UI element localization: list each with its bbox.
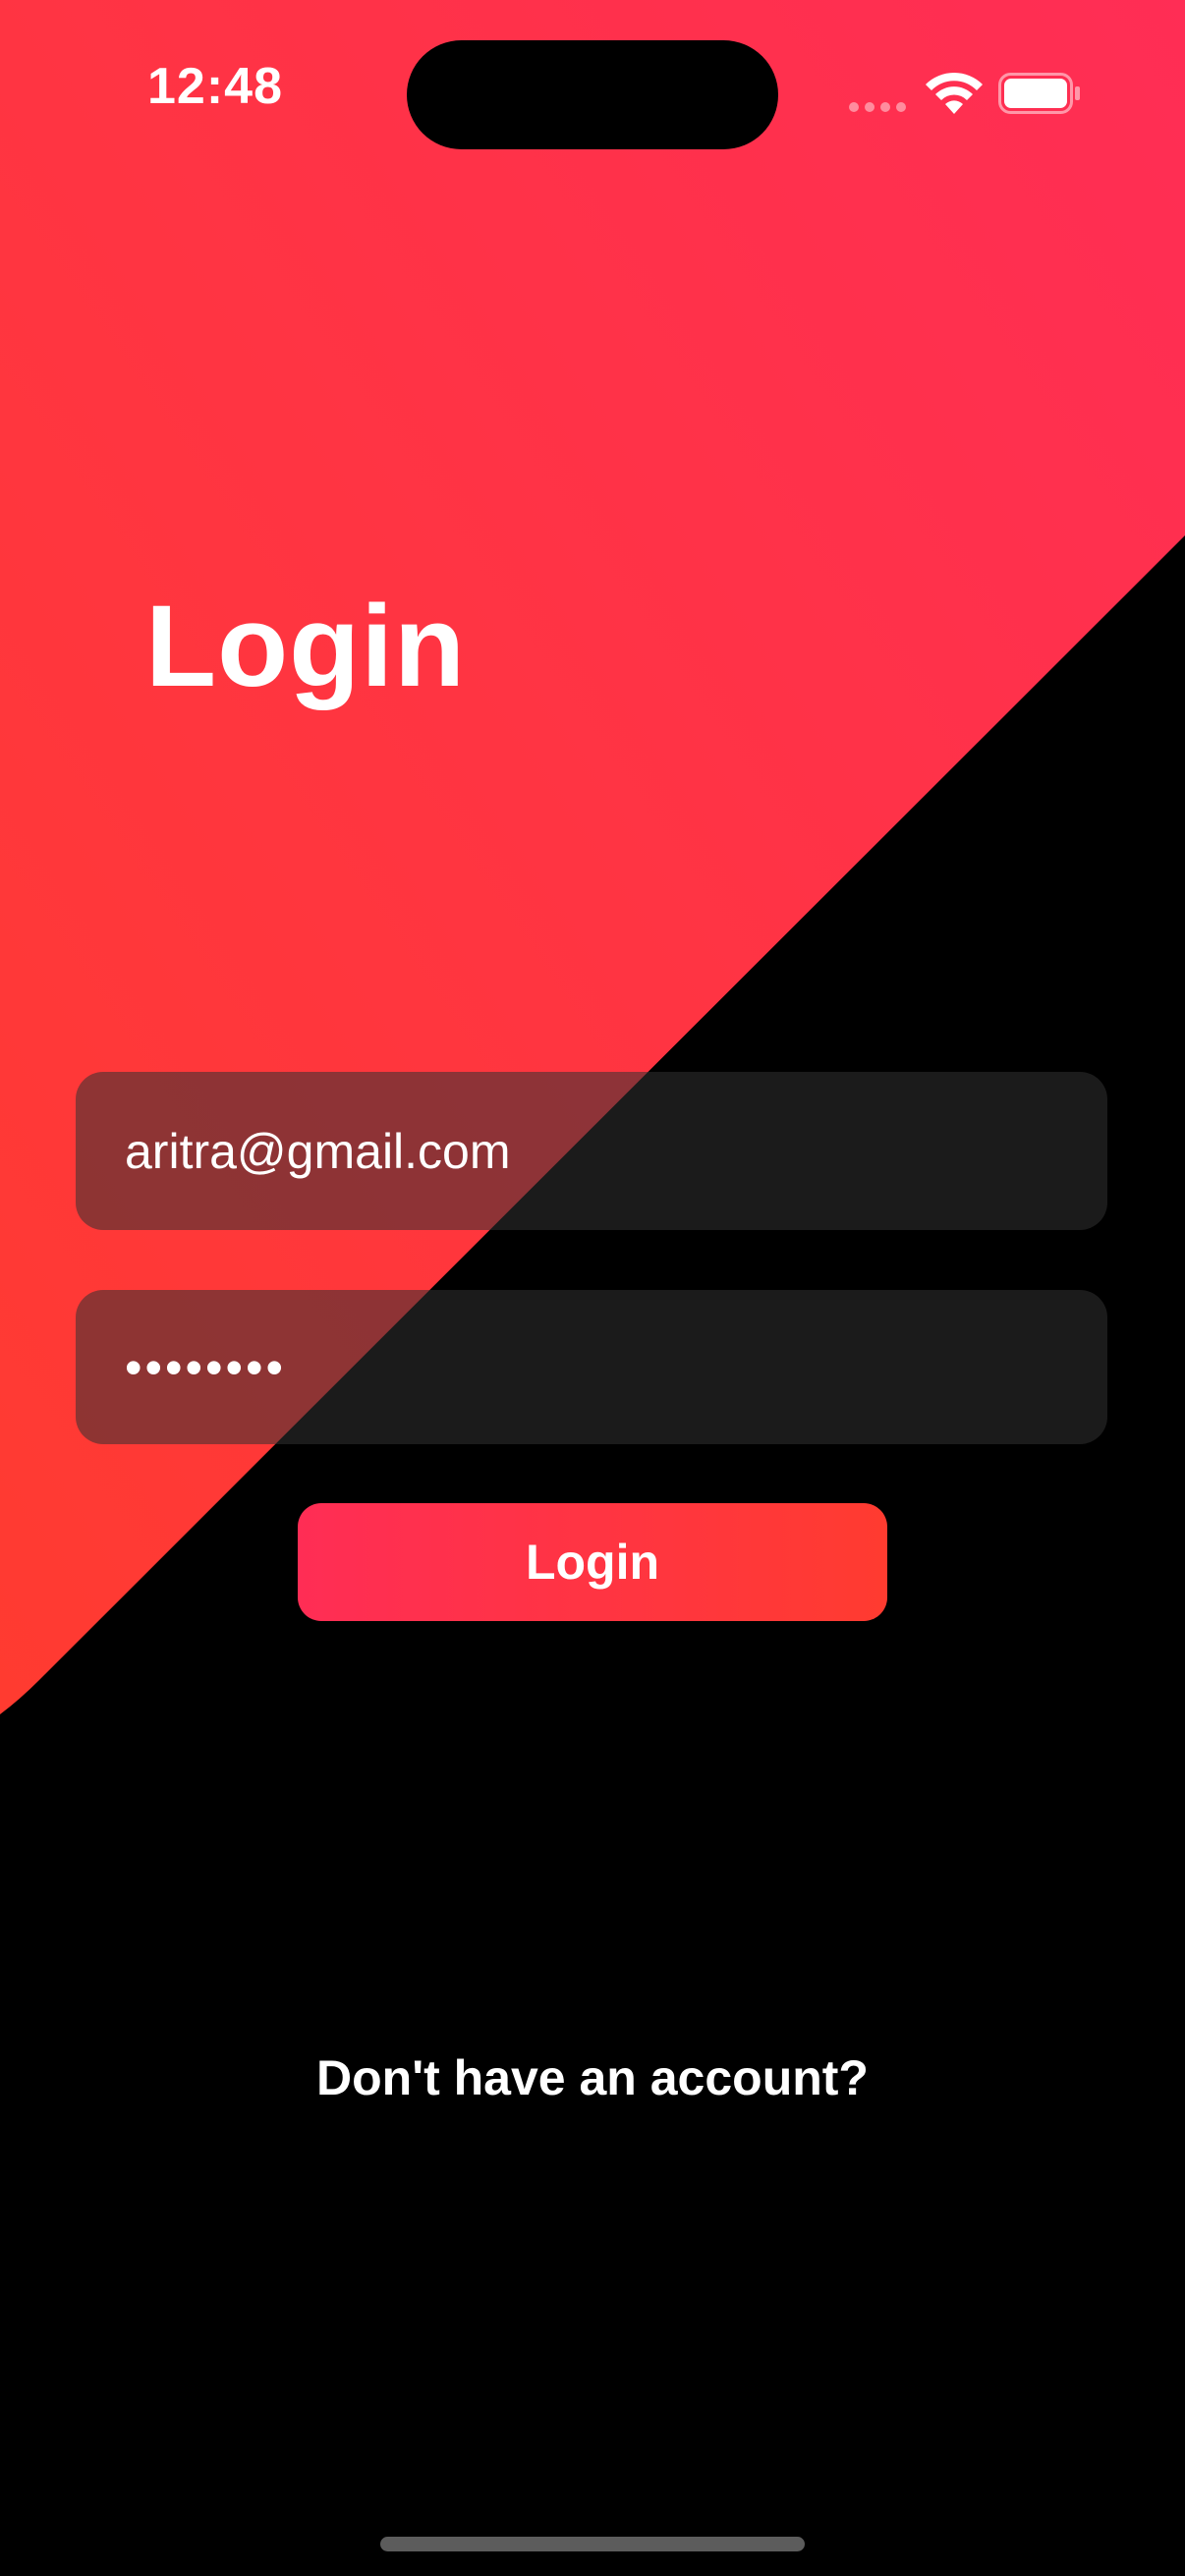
status-bar-time: 12:48 <box>147 58 283 115</box>
signup-link[interactable]: Don't have an account? <box>0 2049 1185 2106</box>
red-diagonal-background <box>0 0 1185 1714</box>
login-screen: 12:48 Login aritra@gmail.com •••••••• Lo… <box>0 0 1185 2576</box>
login-button[interactable]: Login <box>298 1503 887 1621</box>
login-button-label: Login <box>525 1535 660 1590</box>
password-field-value: •••••••• <box>125 1339 287 1395</box>
battery-icon <box>998 73 1080 114</box>
email-field[interactable]: aritra@gmail.com <box>76 1072 1107 1230</box>
cellular-signal-icon <box>849 102 906 112</box>
dynamic-island <box>407 40 778 149</box>
password-field[interactable]: •••••••• <box>76 1290 1107 1444</box>
home-indicator[interactable] <box>380 2537 805 2551</box>
wifi-icon <box>926 72 983 114</box>
page-title: Login <box>145 582 467 711</box>
email-field-value: aritra@gmail.com <box>125 1123 511 1179</box>
